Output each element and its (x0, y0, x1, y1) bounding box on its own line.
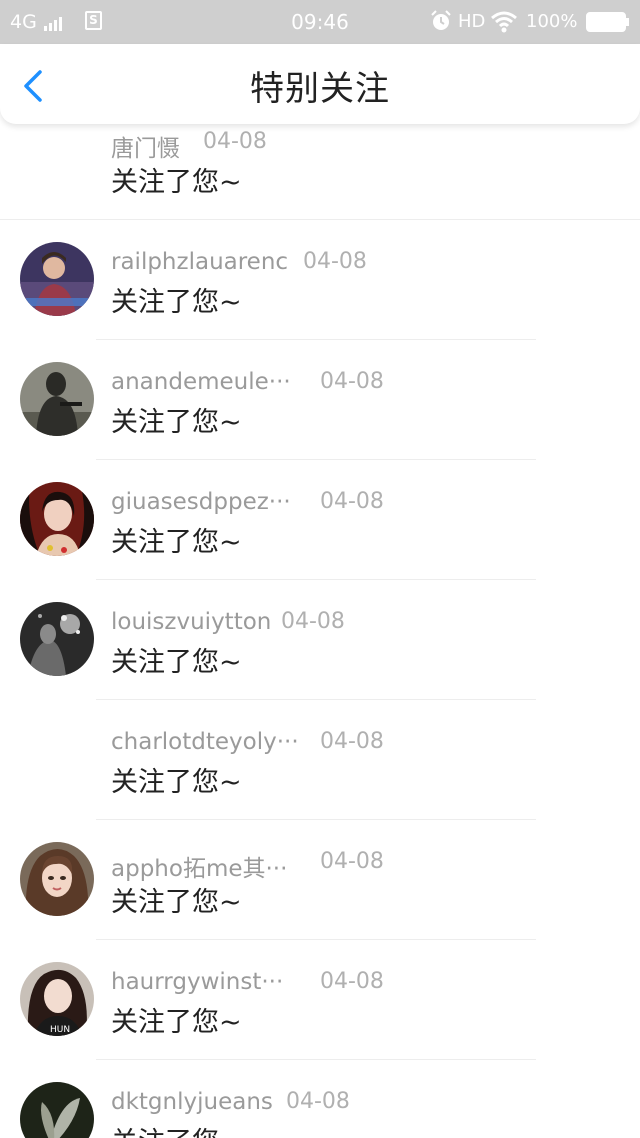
item-meta: 唐门慑 04-08 (111, 129, 267, 163)
battery-icon (586, 12, 630, 32)
item-message: 关注了您~ (111, 1120, 242, 1138)
user-name[interactable]: louiszvuiytton (111, 609, 271, 635)
item-message: 关注了您~ (111, 407, 242, 438)
user-name[interactable]: charlotdteyoly··· (111, 729, 299, 755)
svg-text:HUN: HUN (50, 1025, 70, 1035)
user-name[interactable]: dktgnlyjueans (111, 1089, 273, 1115)
list-item[interactable]: railphzlauarenc 04-08 关注了您~ (0, 220, 640, 340)
item-meta: haurrgywinst··· 04-08 (111, 969, 384, 1001)
wifi-icon (490, 9, 518, 33)
avatar[interactable] (20, 842, 94, 916)
alarm-icon (430, 10, 452, 32)
list-item[interactable]: anandemeule··· 04-08 关注了您~ (0, 340, 640, 460)
list-item[interactable]: HUN haurrgywinst··· 04-08 关注了您~ (0, 940, 640, 1060)
avatar[interactable]: HUN (20, 962, 94, 1036)
item-date: 04-08 (320, 729, 384, 754)
chevron-left-icon (24, 70, 42, 102)
item-meta: anandemeule··· 04-08 (111, 369, 384, 401)
item-message: 关注了您~ (111, 647, 242, 678)
hd-indicator: HD (458, 11, 486, 32)
item-date: 04-08 (320, 369, 384, 394)
user-name[interactable]: appho拓me其··· (111, 849, 287, 883)
user-name[interactable]: anandemeule··· (111, 369, 291, 395)
nav-bar: 特别关注 (0, 44, 640, 124)
list-item[interactable]: louiszvuiytton 04-08 关注了您~ (0, 580, 640, 700)
list-item[interactable]: dktgnlyjueans 04-08 关注了您~ (0, 1060, 640, 1138)
list-item[interactable]: appho拓me其··· 04-08 关注了您~ (0, 820, 640, 940)
avatar[interactable] (20, 1082, 94, 1138)
item-meta: railphzlauarenc 04-08 (111, 249, 367, 281)
item-date: 04-08 (203, 129, 267, 154)
list-item[interactable]: charlotdteyoly··· 04-08 关注了您~ (0, 700, 640, 820)
item-meta: charlotdteyoly··· 04-08 (111, 729, 384, 761)
item-message: 关注了您~ (111, 887, 242, 918)
item-date: 04-08 (286, 1089, 350, 1114)
avatar[interactable] (20, 482, 94, 556)
item-message: 关注了您~ (111, 167, 242, 198)
notification-list: 唐门慑 04-08 关注了您~ railphzlauarenc 04-08 关注… (0, 100, 640, 1138)
item-meta: giuasesdppez··· 04-08 (111, 489, 384, 521)
item-message: 关注了您~ (111, 1007, 242, 1038)
item-message: 关注了您~ (111, 767, 242, 798)
user-name[interactable]: railphzlauarenc (111, 249, 288, 275)
item-meta: louiszvuiytton 04-08 (111, 609, 345, 641)
list-item[interactable]: giuasesdppez··· 04-08 关注了您~ (0, 460, 640, 580)
avatar[interactable] (20, 362, 94, 436)
user-name[interactable]: haurrgywinst··· (111, 969, 283, 995)
item-message: 关注了您~ (111, 527, 242, 558)
user-name[interactable]: giuasesdppez··· (111, 489, 291, 515)
user-name[interactable]: 唐门慑 (111, 129, 180, 163)
status-bar: 4G S 09:46 HD 100% (0, 0, 640, 44)
battery-percent: 100% (526, 11, 578, 32)
item-meta: appho拓me其··· 04-08 (111, 849, 384, 883)
item-message: 关注了您~ (111, 287, 242, 318)
item-date: 04-08 (303, 249, 367, 274)
item-date: 04-08 (320, 969, 384, 994)
avatar[interactable] (20, 602, 94, 676)
avatar[interactable] (20, 242, 94, 316)
item-date: 04-08 (320, 489, 384, 514)
item-meta: dktgnlyjueans 04-08 (111, 1089, 350, 1121)
item-date: 04-08 (320, 849, 384, 874)
item-date: 04-08 (281, 609, 345, 634)
page-title: 特别关注 (250, 69, 390, 109)
back-button[interactable] (14, 64, 54, 104)
